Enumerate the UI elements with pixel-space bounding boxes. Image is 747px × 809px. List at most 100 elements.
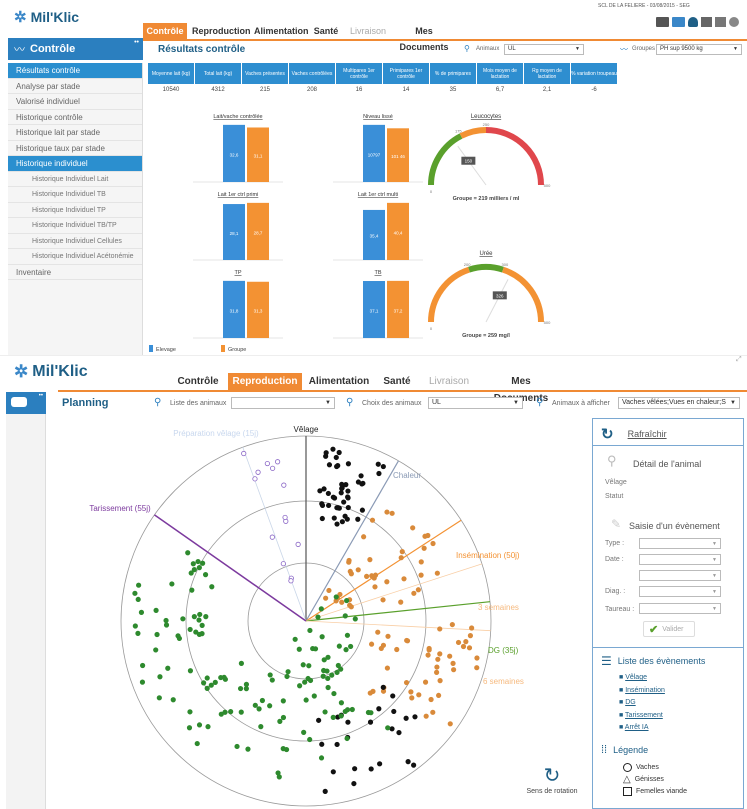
animal-dot	[185, 550, 191, 556]
animal-dot	[186, 725, 193, 731]
gauge-tick: 200	[464, 262, 471, 267]
animal-dot	[385, 633, 391, 639]
tab-sante-2[interactable]: Santé	[380, 373, 414, 390]
animal-dot	[361, 534, 367, 540]
animal-dot	[372, 572, 379, 578]
user-icon[interactable]	[688, 17, 698, 27]
animal-dot	[136, 582, 142, 588]
animal-dot	[300, 662, 306, 668]
taureau-select[interactable]: ▼	[639, 603, 721, 614]
sidebar-item-historique-taux-stade[interactable]: Historique taux par stade	[8, 141, 142, 156]
animal-dot	[326, 502, 332, 509]
event-link[interactable]: DG	[625, 699, 636, 706]
tab-alimentation-2[interactable]: Alimentation	[308, 373, 370, 390]
bar-chart-title: TB	[374, 270, 381, 276]
event-tarissement[interactable]: ■ Tarissement	[619, 712, 665, 725]
legend-label: Femelles viande	[636, 788, 687, 795]
choix-animaux-select[interactable]: UL ▼	[428, 397, 523, 409]
settings-icon[interactable]	[729, 17, 739, 27]
event-link[interactable]: Arrêt IA	[625, 724, 649, 731]
animal-dot	[252, 702, 258, 708]
sidebar-subitem-tbtp[interactable]: Historique Individuel TB/TP	[8, 218, 142, 234]
groupes-select[interactable]: PH sup 9500 kg ▼	[656, 44, 742, 55]
triangle-icon: △	[623, 774, 631, 785]
sidebar-item-valorise-individuel[interactable]: Valorisé individuel	[8, 94, 142, 110]
animal-dot	[341, 499, 347, 505]
app-logo[interactable]: ✲ Mil'Klic	[14, 8, 79, 26]
type-select[interactable]: ▼	[639, 538, 721, 549]
sidebar-item-inventaire[interactable]: Inventaire	[8, 265, 142, 280]
animal-dot	[284, 673, 290, 680]
event-insemination[interactable]: ■ Insémination	[619, 687, 665, 700]
animal-dot	[269, 677, 275, 683]
list-icon: ☰	[601, 654, 612, 668]
refresh-row[interactable]: ↻ Rafraîchir	[601, 425, 667, 443]
sidebar-subitem-cellules[interactable]: Historique Individuel Cellules	[8, 234, 142, 249]
app-logo-2[interactable]: ✲ Mil'Klic	[14, 362, 88, 382]
event-link[interactable]: Insémination	[625, 687, 665, 694]
animal-dot	[209, 584, 215, 590]
event-arret-ia[interactable]: ■ Arrêt IA	[619, 724, 665, 737]
animal-dot	[139, 679, 146, 685]
animal-dot	[320, 673, 326, 679]
animal-dot	[345, 488, 351, 494]
animal-dot	[325, 490, 331, 497]
print-icon[interactable]	[715, 17, 726, 27]
tab-controle[interactable]: Contrôle	[143, 23, 187, 39]
animal-dot	[404, 637, 410, 644]
gauge-tick: 500	[544, 183, 551, 188]
animaux-select-value: UL	[508, 46, 516, 52]
animal-dot	[285, 669, 291, 675]
animaux-afficher-select[interactable]: Vaches vêlées;Vues en chaleur;S ▼	[618, 397, 740, 409]
resize-icon[interactable]: ⤢	[736, 356, 742, 364]
collapse-icon[interactable]: ••	[134, 39, 139, 46]
liste-animaux-select[interactable]: ▼	[231, 397, 335, 409]
bar-chart: TP 31,8 31,3	[193, 270, 283, 339]
tab-reproduction[interactable]: Reproduction	[192, 23, 251, 39]
refresh-link[interactable]: Rafraîchir	[628, 429, 667, 439]
valider-button[interactable]: ✔ Valider	[643, 621, 695, 637]
sidebar-subitem-tp[interactable]: Historique Individuel TP	[8, 203, 142, 218]
diag-select[interactable]: ▼	[639, 586, 721, 597]
animaux-select[interactable]: UL ▼	[504, 44, 584, 55]
sidebar-collapsed[interactable]: ••	[6, 392, 46, 414]
messages-icon[interactable]	[672, 17, 685, 27]
tab-alimentation[interactable]: Alimentation	[254, 23, 309, 39]
sidebar-subitem-tb[interactable]: Historique Individuel TB	[8, 187, 142, 203]
search-icon: ⚲	[607, 453, 617, 468]
animal-dot	[415, 587, 421, 593]
tab-controle-2[interactable]: Contrôle	[172, 373, 224, 390]
sidebar-item-resultats-controle[interactable]: Résultats contrôle	[8, 63, 142, 79]
animal-dot	[202, 572, 209, 578]
legend-elevage: Elevage	[156, 347, 176, 353]
event-velage[interactable]: ■ Vêlage	[619, 674, 665, 687]
mail-icon[interactable]	[656, 17, 669, 27]
sidebar-subitem-lait[interactable]: Historique Individuel Lait	[8, 172, 142, 187]
event-dg[interactable]: ■ DG	[619, 699, 665, 712]
sidebar-subitem-acetonemie[interactable]: Historique Individuel Acétonémie	[8, 249, 142, 265]
animal-dot-hollow	[288, 578, 294, 584]
animal-dot	[334, 741, 340, 748]
legend-vaches: Vaches	[623, 763, 659, 772]
animal-dot	[336, 449, 342, 456]
tab-reproduction-2[interactable]: Reproduction	[228, 373, 302, 390]
tab-sante[interactable]: Santé	[312, 23, 340, 39]
animal-dot	[408, 689, 414, 695]
animal-dot	[430, 709, 436, 715]
rotation-button[interactable]: ↻ Sens de rotation	[520, 766, 584, 795]
calendar-icon[interactable]	[701, 17, 712, 27]
kpi-value-cell: 2,1	[542, 87, 552, 93]
animal-dot	[398, 555, 404, 561]
animal-dot	[344, 632, 351, 638]
animal-dot	[344, 735, 350, 742]
animal-dot	[389, 726, 395, 732]
sidebar-item-historique-individuel[interactable]: Historique individuel	[8, 156, 142, 172]
date-select[interactable]: ▼	[639, 554, 721, 565]
extra-select[interactable]: ▼	[639, 570, 721, 581]
event-link[interactable]: Vêlage	[625, 674, 647, 681]
sidebar-item-historique-lait-stade[interactable]: Historique lait par stade	[8, 125, 142, 141]
event-link[interactable]: Tarissement	[625, 712, 663, 719]
animal-dot	[394, 646, 400, 653]
sidebar-item-historique-controle[interactable]: Historique contrôle	[8, 110, 142, 125]
sidebar-item-analyse-par-stade[interactable]: Analyse par stade	[8, 79, 142, 94]
